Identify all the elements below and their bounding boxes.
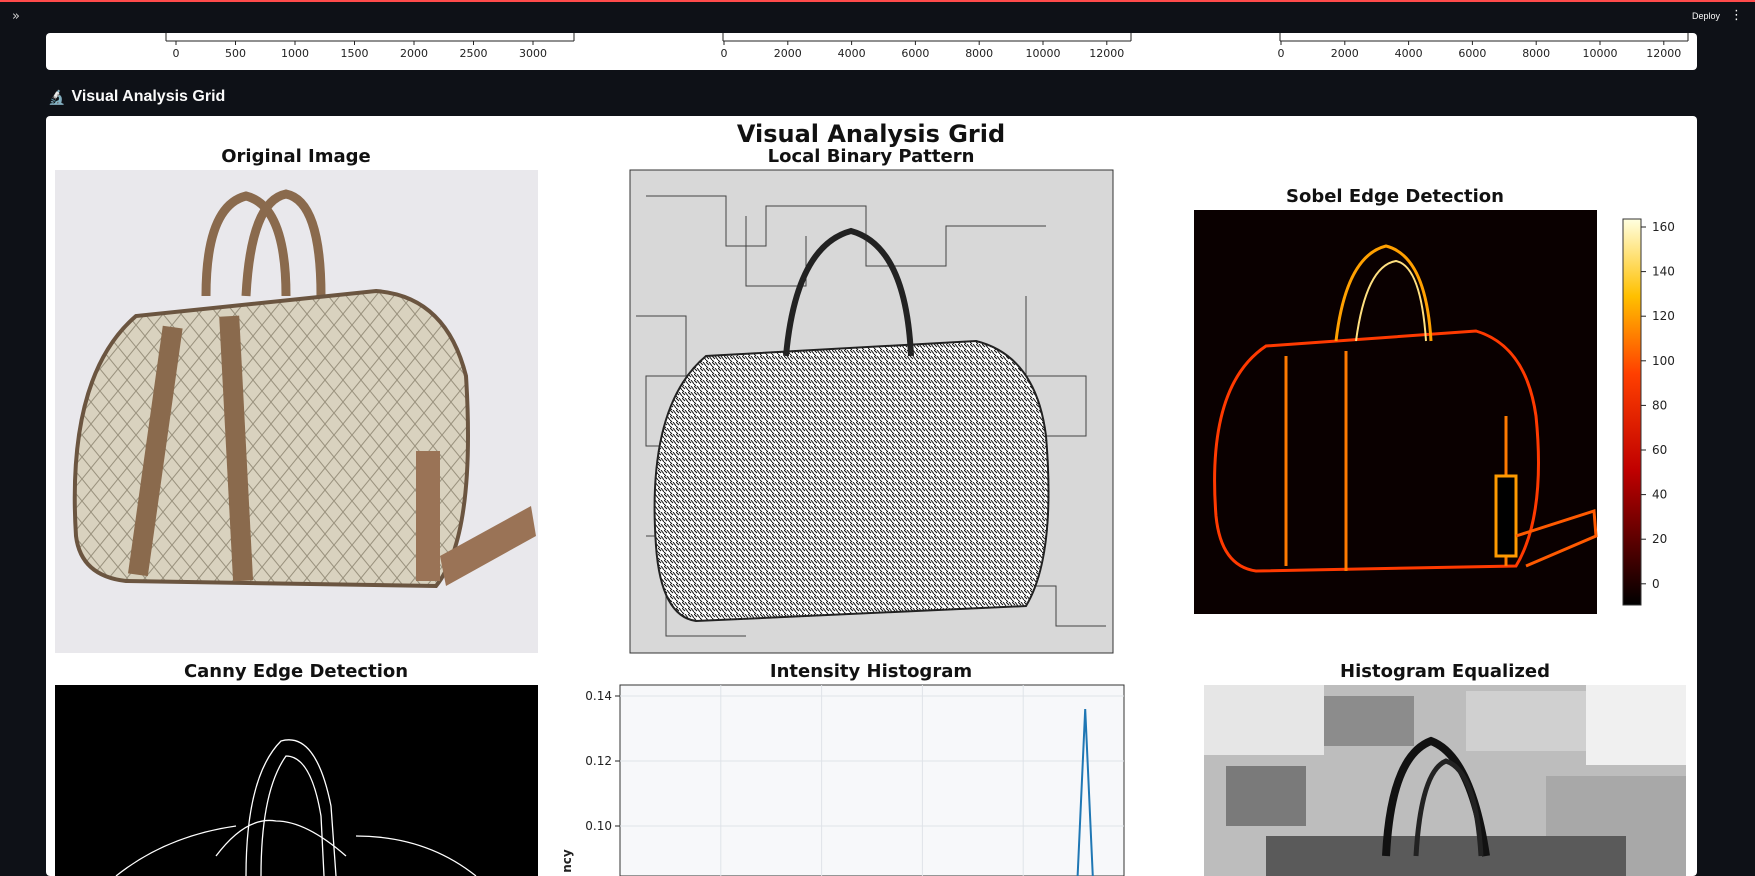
colorbar-ticks: 160 140 120 100 80 60 40 20 0 — [1641, 220, 1675, 591]
histogram-panel: Intensity Histogram 0.14 0.12 0.10 ncy — [560, 661, 1125, 876]
lbp-title: Local Binary Pattern — [768, 146, 975, 167]
x-tick-label: 500 — [225, 47, 246, 60]
deploy-button[interactable]: Deploy — [1692, 11, 1720, 21]
colorbar-tick-label: 80 — [1652, 398, 1667, 412]
colorbar-tick-label: 100 — [1652, 354, 1675, 368]
colorbar-tick-label: 140 — [1652, 265, 1675, 279]
x-tick-label: 1500 — [341, 47, 369, 60]
lbp-bag-shape — [653, 339, 1050, 623]
colorbar-tick-label: 160 — [1652, 220, 1675, 234]
sobel-title: Sobel Edge Detection — [1286, 186, 1504, 207]
x-tick-label: 3000 — [519, 47, 547, 60]
x-tick-label: 0 — [1278, 47, 1285, 60]
x-tick-label: 2500 — [460, 47, 488, 60]
x-tick-label: 4000 — [1395, 47, 1423, 60]
colorbar-tick-label: 40 — [1652, 488, 1667, 502]
x-tick-label: 8000 — [965, 47, 993, 60]
colorbar-tick-label: 120 — [1652, 309, 1675, 323]
x-tick-label: 8000 — [1522, 47, 1550, 60]
microscope-icon: 🔬 — [48, 88, 66, 105]
x-tick-label: 12000 — [1646, 47, 1681, 60]
analysis-grid-svg: Visual Analysis Grid Original Image Loca… — [55, 120, 1686, 876]
x-tick-label: 0 — [173, 47, 180, 60]
canny-image — [55, 685, 538, 876]
x-tick-label: 10000 — [1583, 47, 1618, 60]
original-image-title: Original Image — [221, 146, 371, 167]
visual-analysis-figure: Visual Analysis Grid Original Image Loca… — [46, 116, 1697, 876]
sobel-panel: Sobel Edge Detection 160 140 120 100 80 60 40 2… — [1194, 186, 1675, 614]
colorbar-tick-label: 20 — [1652, 532, 1667, 546]
previous-charts-axes: 0 500 1000 1500 2000 2500 3000 0 2000 4000 6000 80… — [165, 33, 1689, 60]
canny-panel: Canny Edge Detection — [55, 661, 538, 876]
histogram-plot-area — [619, 684, 1125, 876]
x-tick-label: 1000 — [281, 47, 309, 60]
x-tick-label: 4000 — [838, 47, 866, 60]
x-tick-label: 0 — [721, 47, 728, 60]
equalized-title: Histogram Equalized — [1340, 661, 1550, 682]
canny-title: Canny Edge Detection — [184, 661, 408, 682]
original-image-panel: Original Image — [55, 146, 538, 653]
lbp-panel: Local Binary Pattern — [629, 146, 1114, 654]
colorbar-tick-label: 60 — [1652, 443, 1667, 457]
previous-charts-panel: 0 500 1000 1500 2000 2500 3000 0 2000 4000 6000 80… — [46, 33, 1697, 70]
histogram-title: Intensity Histogram — [770, 661, 972, 682]
histogram-y-ticks: 0.14 0.12 0.10 — [585, 689, 620, 833]
x-tick-label: 12000 — [1089, 47, 1124, 60]
figure-suptitle: Visual Analysis Grid — [737, 120, 1005, 148]
x-tick-label: 2000 — [1331, 47, 1359, 60]
histogram-ylabel: ncy — [560, 849, 574, 873]
x-axis-2: 0 2000 4000 6000 8000 10000 12000 — [721, 33, 1132, 60]
app-header: » Deploy ⋮ — [0, 0, 1755, 33]
section-header: 🔬 Visual Analysis Grid — [48, 86, 225, 108]
main-menu-icon[interactable]: ⋮ — [1730, 8, 1743, 23]
x-axis-3: 0 2000 4000 6000 8000 10000 12000 — [1278, 33, 1689, 60]
histogram-y-tick-label: 0.14 — [585, 689, 612, 703]
x-tick-label: 10000 — [1026, 47, 1061, 60]
section-title: Visual Analysis Grid — [71, 88, 226, 105]
histogram-y-tick-label: 0.10 — [585, 819, 612, 833]
equalized-panel: Histogram Equalized — [1204, 661, 1686, 876]
x-axis-1: 0 500 1000 1500 2000 2500 3000 — [165, 33, 575, 60]
x-tick-label: 2000 — [774, 47, 802, 60]
x-tick-label: 2000 — [400, 47, 428, 60]
histogram-y-tick-label: 0.12 — [585, 754, 612, 768]
x-tick-label: 6000 — [901, 47, 929, 60]
colorbar-tick-label: 0 — [1652, 577, 1660, 591]
expand-sidebar-button[interactable]: » — [12, 9, 20, 24]
x-tick-label: 6000 — [1458, 47, 1486, 60]
sobel-colorbar — [1622, 218, 1642, 606]
